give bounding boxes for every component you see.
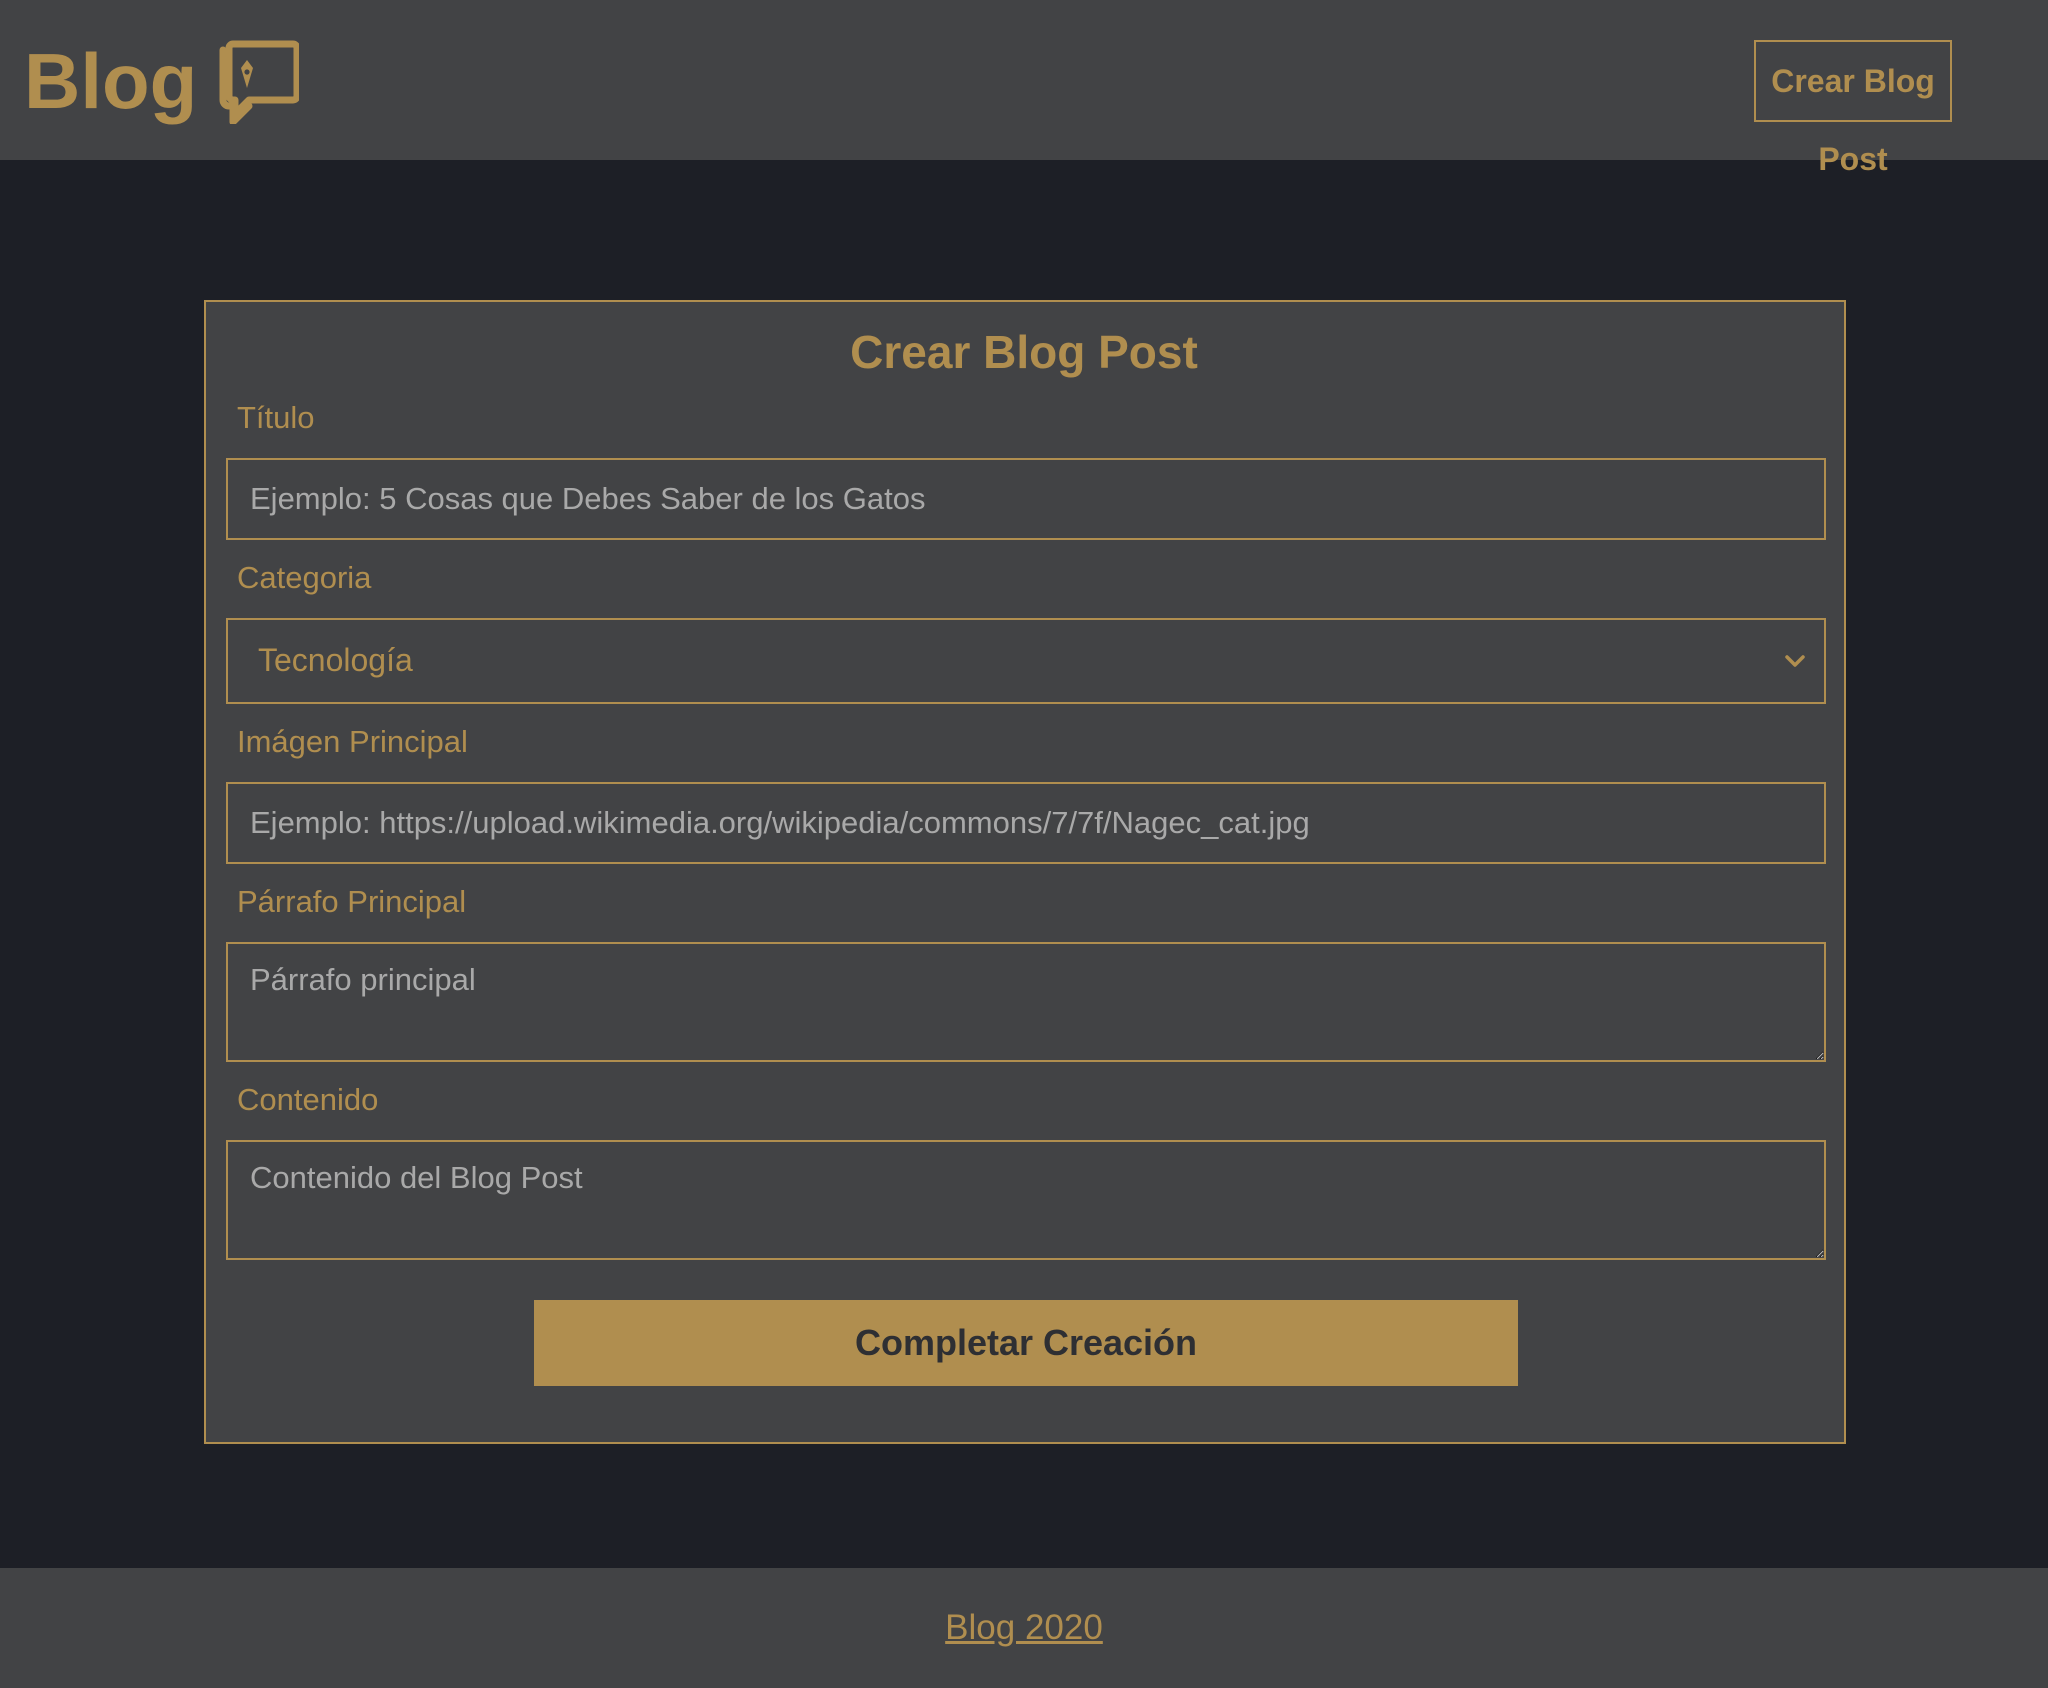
form-title: Crear Blog Post xyxy=(850,326,1198,378)
logo-text: Blog xyxy=(24,37,198,125)
categoria-selected-value: Tecnología xyxy=(258,642,413,678)
chevron-down-icon xyxy=(1785,655,1805,667)
titulo-label: Título xyxy=(237,400,315,435)
chat-pen-icon xyxy=(219,40,300,124)
contenido-textarea[interactable] xyxy=(226,1140,1826,1260)
site-header: Blog Crear Blog Post xyxy=(0,0,2048,177)
create-post-header-button[interactable]: Crear Blog Post xyxy=(1754,40,1952,177)
site-logo[interactable]: Blog xyxy=(24,36,300,126)
imagen-label: Imágen Principal xyxy=(237,724,468,759)
parrafo-label: Párrafo Principal xyxy=(237,884,467,919)
imagen-url-input[interactable] xyxy=(226,782,1826,864)
contenido-label: Contenido xyxy=(237,1082,379,1117)
site-footer: Blog 2020 xyxy=(0,1568,2048,1688)
titulo-input[interactable] xyxy=(226,458,1826,540)
categoria-select[interactable]: Tecnología xyxy=(226,618,1826,704)
categoria-label: Categoria xyxy=(237,560,372,595)
footer-link[interactable]: Blog 2020 xyxy=(945,1608,1103,1647)
submit-button[interactable]: Completar Creación xyxy=(534,1300,1518,1386)
footer-link-wrapper: Blog 2020 xyxy=(0,1606,2048,1650)
parrafo-textarea[interactable] xyxy=(226,942,1826,1062)
